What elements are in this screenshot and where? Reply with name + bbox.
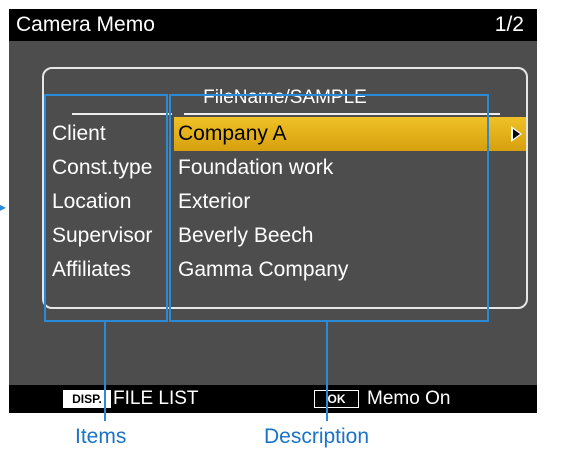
memo-on-label: Memo On xyxy=(367,388,451,409)
description-callout-box xyxy=(169,94,489,322)
description-leader-line xyxy=(326,320,328,421)
title-bar: Camera Memo 1/2 xyxy=(9,9,537,41)
items-callout-box xyxy=(44,94,168,322)
play-arrow-icon[interactable] xyxy=(511,126,522,142)
description-caption: Description xyxy=(264,425,370,448)
edge-arrow-icon: ▸ xyxy=(0,200,7,214)
page-indicator: 1/2 xyxy=(494,13,524,36)
footer-bar: DISP. FILE LIST OK Memo On xyxy=(9,385,537,413)
items-caption: Items xyxy=(75,425,127,448)
file-list-label: FILE LIST xyxy=(113,388,199,409)
screen-title: Camera Memo xyxy=(16,13,155,36)
items-leader-line xyxy=(104,320,106,421)
ok-key-icon[interactable]: OK xyxy=(314,390,359,408)
